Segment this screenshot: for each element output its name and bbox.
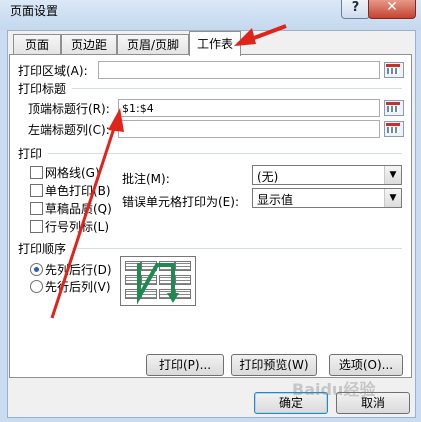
arrow-to-sheet-tab-icon — [234, 24, 287, 46]
annotation-arrows — [50, 24, 287, 319]
arrow-to-top-rows-icon — [50, 108, 124, 319]
